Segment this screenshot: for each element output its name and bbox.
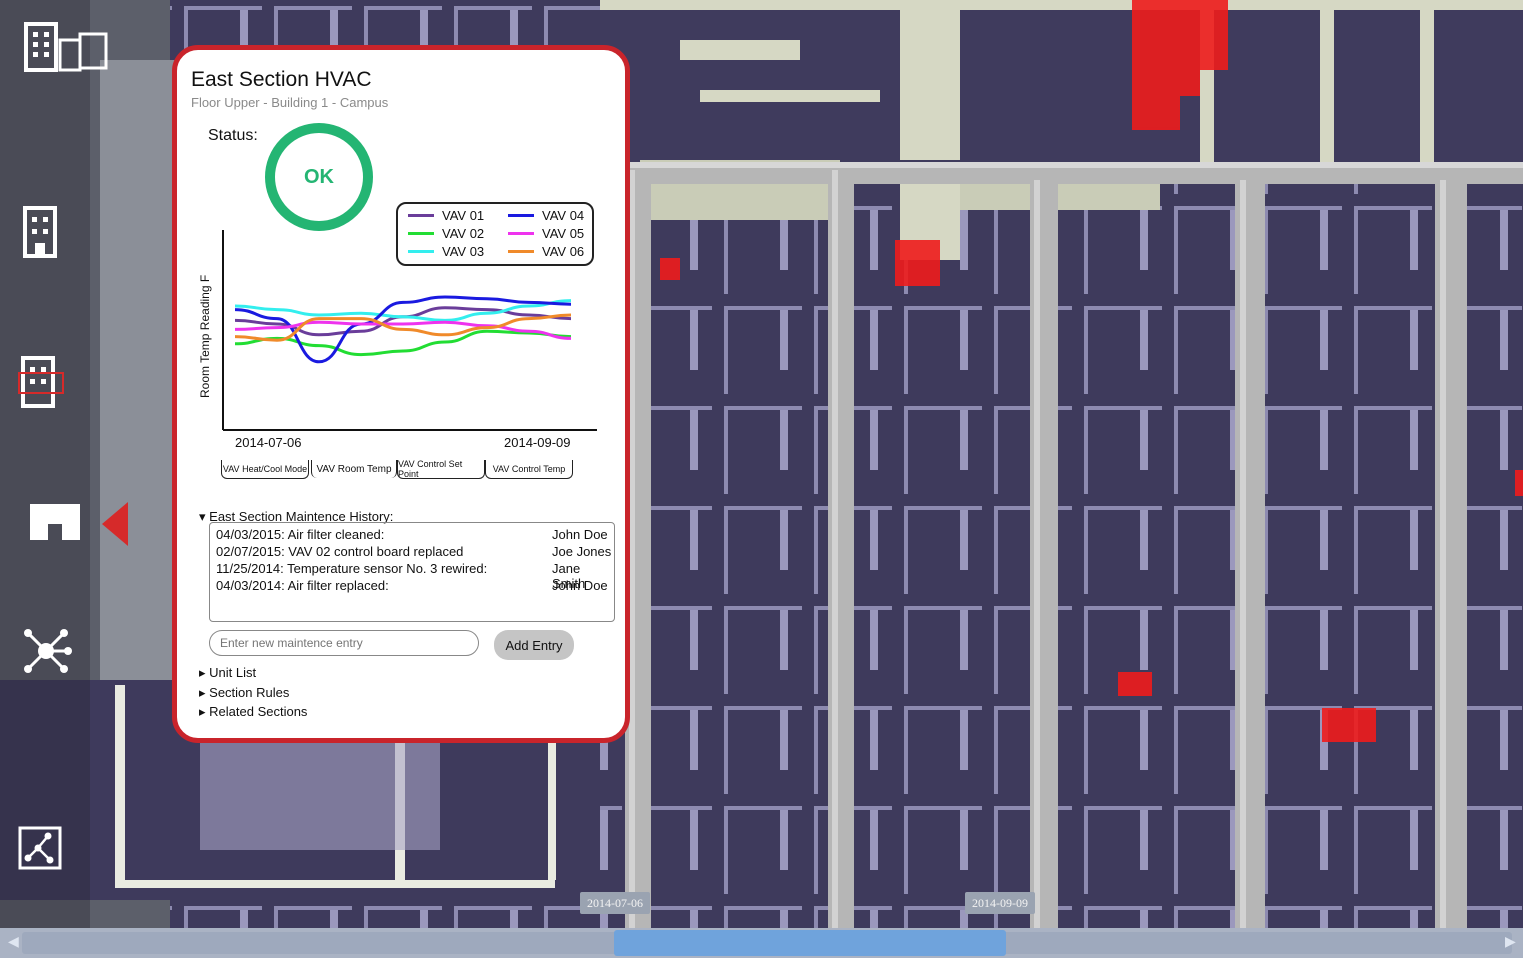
timeline-end-flag: 2014-09-09 [965,892,1035,914]
tab-room-temp[interactable]: VAV Room Temp [311,460,397,478]
building-icon[interactable] [22,205,58,259]
legend-item: VAV 04 [508,208,584,223]
temperature-chart [222,230,597,431]
connections-icon[interactable] [18,826,62,870]
status-label: Status: [208,127,258,144]
caret-down-icon: ▾ [199,509,206,524]
chevron-right-icon[interactable]: ▶ [1505,933,1516,950]
tab-control-temp[interactable]: VAV Control Temp [485,460,573,479]
campus-icon[interactable] [22,20,112,74]
status-value: OK [304,165,334,188]
timeline-start-flag: 2014-07-06 [580,892,650,914]
legend-swatch [408,214,434,217]
floorplan-icon[interactable] [28,500,130,548]
maintenance-entry-input[interactable] [209,630,479,656]
history-row: 04/03/2014: Air filter replaced: John Doe [216,578,608,593]
history-row: 11/25/2014: Temperature sensor No. 3 rew… [216,561,586,591]
info-panel: East Section HVAC Floor Upper - Building… [172,45,630,743]
series-line [234,329,572,357]
caret-right-icon: ▸ [199,685,206,700]
chart-ylabel: Room Temp Reading F [198,274,212,398]
history-row: 04/03/2015: Air filter cleaned: John Doe [216,527,608,542]
unit-list-toggle[interactable]: ▸ Unit List [199,665,256,681]
tab-heat-cool-mode[interactable]: VAV Heat/Cool Mode [221,460,309,479]
caret-right-icon: ▸ [199,704,206,719]
x-tick-start: 2014-07-06 [235,435,302,450]
caret-right-icon: ▸ [199,665,206,680]
history-list[interactable]: 04/03/2015: Air filter cleaned: John Doe … [209,522,615,622]
legend-swatch [508,214,534,217]
add-entry-button[interactable]: Add Entry [494,630,574,660]
panel-subtitle: Floor Upper - Building 1 - Campus [191,95,389,110]
history-row: 02/07/2015: VAV 02 control board replace… [216,544,612,559]
status-indicator: OK [265,123,373,231]
chevron-left-icon[interactable]: ◀ [8,933,19,950]
section-rules-toggle[interactable]: ▸ Section Rules [199,685,289,701]
sidebar [0,0,128,930]
x-tick-end: 2014-09-09 [504,435,571,450]
panel-title: East Section HVAC [191,68,372,91]
floor-icon[interactable] [18,355,66,411]
tab-control-set-point[interactable]: VAV Control Set Point [397,459,485,479]
network-icon[interactable] [20,625,72,677]
legend-item: VAV 01 [408,208,484,223]
timeline: ◀ ▶ [0,928,1523,958]
timeline-range-handle[interactable] [614,930,1006,956]
related-sections-toggle[interactable]: ▸ Related Sections [199,704,307,720]
